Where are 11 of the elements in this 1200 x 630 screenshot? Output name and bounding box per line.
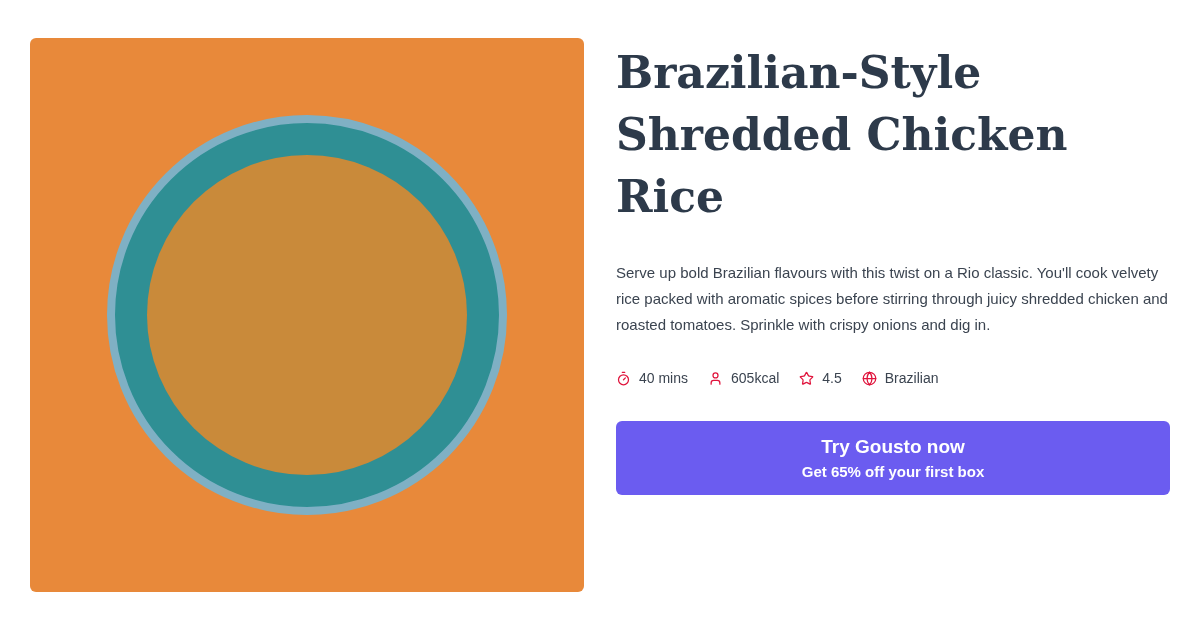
meta-text: Brazilian (884, 369, 939, 388)
cta-button[interactable]: Try Gousto now Get 65% off your first box (616, 421, 1170, 495)
timer-icon (616, 371, 631, 386)
star-icon (799, 371, 815, 386)
meta-text: 40 mins (639, 369, 689, 388)
person-icon (708, 371, 724, 386)
recipe-description: Serve up bold Brazilian flavours with this twist on a Rio classic. You'll cook velvety rice packed with aromatic spices before stirring through juicy shredded chicken and roasted tomatoes. Sprinkle with crispy onions and dig in. (616, 263, 1169, 335)
recipe-title: Brazilian-Style Shredded Chicken Rice (616, 46, 1069, 224)
meta-text: 4.5 (822, 369, 842, 388)
meta-text: 605kcal (731, 369, 780, 388)
globe-icon (861, 371, 877, 386)
